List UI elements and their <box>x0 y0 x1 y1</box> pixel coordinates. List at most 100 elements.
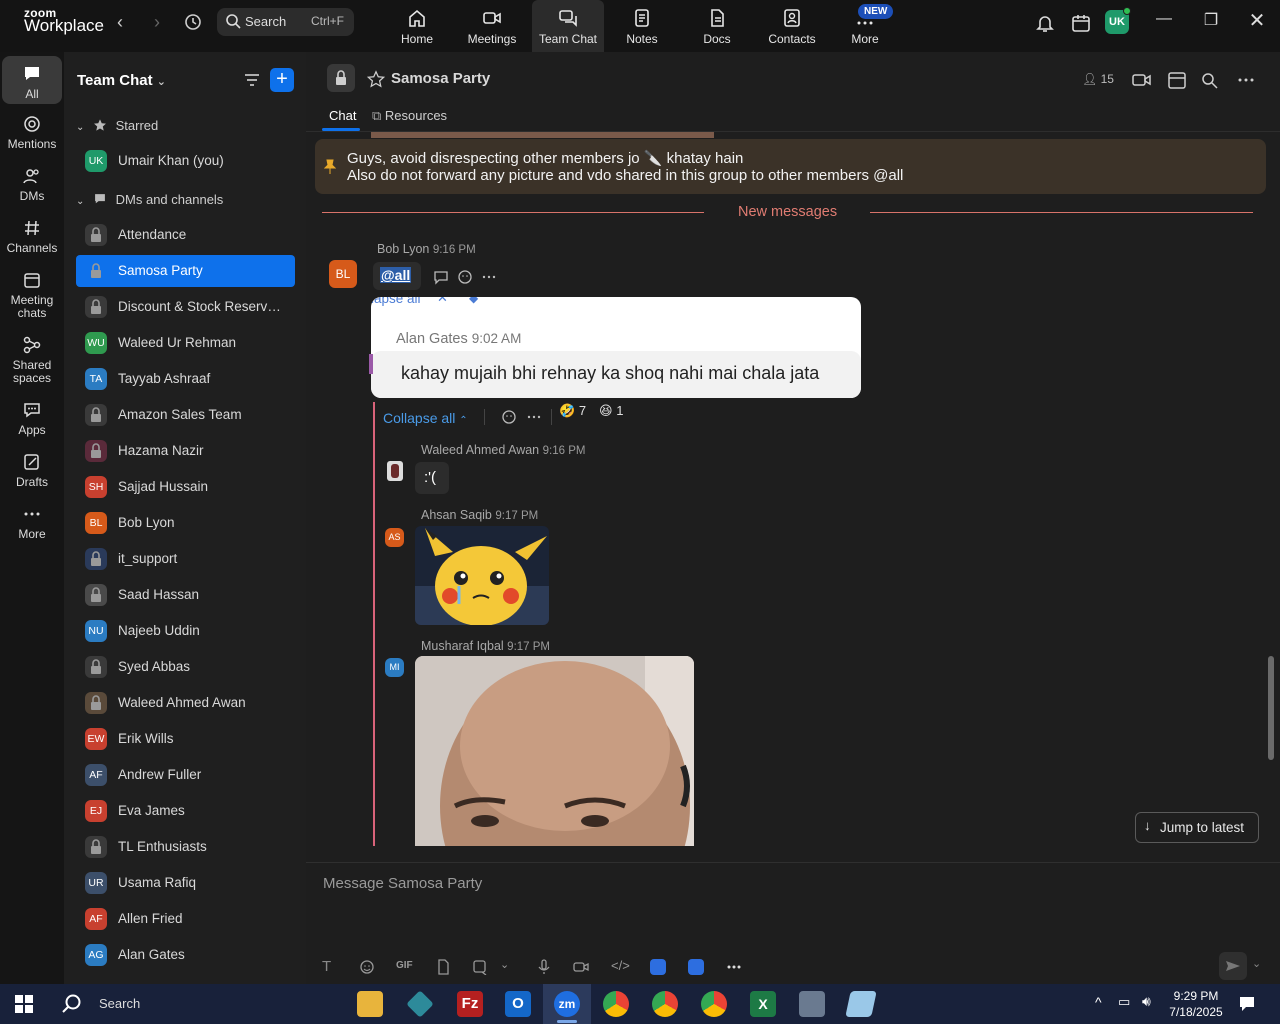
sidebar-item[interactable]: it_support <box>76 543 295 575</box>
volume-icon[interactable]: 🔊︎ <box>1142 993 1151 1010</box>
calculator-icon[interactable] <box>799 991 825 1017</box>
gif-icon[interactable]: GIF <box>396 960 413 971</box>
minimize-icon[interactable]: — <box>1152 10 1176 34</box>
avatar[interactable]: BL <box>329 260 357 288</box>
forward-arrow-icon[interactable]: › <box>145 12 169 33</box>
topnav-home[interactable]: Home <box>381 0 453 52</box>
search-input[interactable]: Search Ctrl+F <box>217 8 354 36</box>
sidebar-item[interactable]: WU Waleed Ur Rehman <box>76 327 295 359</box>
collapse-all-button[interactable]: Collapse all ⌃ <box>383 410 468 426</box>
send-button[interactable] <box>1219 952 1247 980</box>
sidebar-item[interactable]: Amazon Sales Team <box>76 399 295 431</box>
sidebar-item[interactable]: UK Umair Khan (you) <box>76 145 295 177</box>
file-explorer-icon[interactable] <box>357 991 383 1017</box>
video-call-icon[interactable] <box>1132 71 1152 89</box>
quoted-message-card[interactable]: lapse all ✕ ◆ Alan Gates 9:02 AM kahay m… <box>371 297 861 398</box>
outlook-icon[interactable]: O <box>505 991 531 1017</box>
sidebar-item[interactable]: BL Bob Lyon <box>76 507 295 539</box>
sidebar-item[interactable]: Saad Hassan <box>76 579 295 611</box>
sidebar-item[interactable]: EJ Eva James <box>76 795 295 827</box>
bell-icon[interactable] <box>1034 12 1056 34</box>
calendar-icon[interactable] <box>1167 71 1187 89</box>
sidebar-item[interactable]: TA Tayyab Ashraaf <box>76 363 295 395</box>
app-chat-icon[interactable] <box>650 959 666 975</box>
avatar[interactable]: AS <box>385 528 404 547</box>
star-outline-icon[interactable] <box>366 70 386 88</box>
sidebar-item[interactable]: Waleed Ahmed Awan <box>76 687 295 719</box>
close-icon[interactable]: ✕ <box>1245 8 1269 32</box>
rail-apps[interactable]: Apps <box>2 400 62 437</box>
rail-mentions[interactable]: Mentions <box>2 114 62 151</box>
jump-to-latest-button[interactable]: ↓ Jump to latest <box>1135 812 1259 843</box>
filezilla-icon[interactable]: Fz <box>457 991 483 1017</box>
topnav-docs[interactable]: Docs <box>681 0 753 52</box>
ellipsis-icon[interactable] <box>726 959 742 975</box>
code-icon[interactable]: </> <box>611 958 630 973</box>
chat-scrollbar[interactable] <box>1267 134 1275 862</box>
reaction-chip[interactable]: 🤣 7 <box>559 403 586 419</box>
sidebar-item[interactable]: UR Usama Rafiq <box>76 867 295 899</box>
sidebar-item[interactable]: TL Enthusiasts <box>76 831 295 863</box>
ellipsis-icon[interactable] <box>1236 71 1256 89</box>
chrome-icon[interactable] <box>652 991 678 1017</box>
filter-icon[interactable] <box>242 70 262 90</box>
chevron-down-icon[interactable]: ⌄ <box>500 958 509 971</box>
video-message-icon[interactable] <box>573 959 589 975</box>
rail-shared-spaces[interactable]: Shared spaces <box>2 335 62 385</box>
zoom-app-icon[interactable]: zm <box>554 991 580 1017</box>
scroll-thumb[interactable] <box>1268 656 1274 760</box>
topnav-team-chat[interactable]: Team Chat <box>532 0 604 52</box>
screenshot-icon[interactable] <box>472 959 488 975</box>
topnav-contacts[interactable]: Contacts <box>756 0 828 52</box>
text-format-icon[interactable]: T <box>322 958 331 975</box>
add-reaction-icon[interactable] <box>457 269 473 285</box>
sidebar-item[interactable]: Syed Abbas <box>76 651 295 683</box>
message-bubble[interactable]: :'( <box>415 462 449 494</box>
rail-drafts[interactable]: Drafts <box>2 452 62 489</box>
mention-all[interactable]: @all <box>380 267 412 283</box>
windows-start-icon[interactable] <box>15 995 33 1013</box>
member-count-button[interactable]: 👤︎ 15 <box>1082 72 1114 86</box>
excel-icon[interactable]: X <box>750 991 776 1017</box>
add-reaction-icon[interactable] <box>501 409 517 425</box>
search-icon[interactable] <box>1200 71 1220 89</box>
network-icon[interactable]: ▭ <box>1118 994 1130 1010</box>
app-diamond-icon[interactable] <box>406 990 434 1018</box>
sidebar-item[interactable]: AF Allen Fried <box>76 903 295 935</box>
rail-meeting-chats[interactable]: Meeting chats <box>2 270 62 320</box>
chrome-icon[interactable] <box>603 991 629 1017</box>
notifications-icon[interactable] <box>1238 995 1256 1013</box>
tab-resources[interactable]: ⧉ Resources <box>372 108 447 124</box>
ellipsis-icon[interactable] <box>481 269 497 285</box>
taskbar-clock[interactable]: 9:29 PM 7/18/2025 <box>1166 988 1226 1020</box>
sidebar-title[interactable]: Team Chat ⌄ <box>77 72 166 89</box>
file-icon[interactable] <box>435 959 451 975</box>
avatar[interactable] <box>387 461 403 481</box>
dms-section[interactable]: ⌄ DMs and channels <box>76 192 223 207</box>
topnav-meetings[interactable]: Meetings <box>456 0 528 52</box>
pikachu-image[interactable] <box>415 526 549 625</box>
app-zoom-icon[interactable] <box>688 959 704 975</box>
calendar-app-icon[interactable] <box>1070 12 1092 34</box>
chevron-up-icon[interactable]: ^ <box>1095 994 1102 1010</box>
topnav-notes[interactable]: Notes <box>606 0 678 52</box>
sidebar-item[interactable]: Hazama Nazir <box>76 435 295 467</box>
sidebar-item[interactable]: AF Andrew Fuller <box>76 759 295 791</box>
chevron-down-icon[interactable]: ⌄ <box>1252 957 1261 970</box>
taskbar-search-label[interactable]: Search <box>99 996 140 1011</box>
reaction-chip[interactable]: 😆 1 <box>599 403 623 419</box>
ellipsis-icon[interactable] <box>526 409 542 425</box>
message-composer[interactable]: Message Samosa Party T GIF ⌄ </> ⌄ <box>306 862 1280 984</box>
sidebar-item[interactable]: AG Alan Gates <box>76 939 295 971</box>
chrome-icon[interactable] <box>701 991 727 1017</box>
avatar[interactable]: MI <box>385 658 404 677</box>
tab-chat[interactable]: Chat <box>329 108 356 123</box>
pinned-message[interactable]: Guys, avoid disrespecting other members … <box>315 139 1266 194</box>
rail-more[interactable]: More <box>2 504 62 541</box>
rail-all[interactable]: All <box>2 56 62 104</box>
sidebar-item[interactable]: SH Sajjad Hussain <box>76 471 295 503</box>
taskbar-search-icon[interactable] <box>61 993 83 1015</box>
sidebar-item[interactable]: Attendance <box>76 219 295 251</box>
back-arrow-icon[interactable]: ‹ <box>108 12 132 33</box>
sidebar-item[interactable]: NU Najeeb Uddin <box>76 615 295 647</box>
